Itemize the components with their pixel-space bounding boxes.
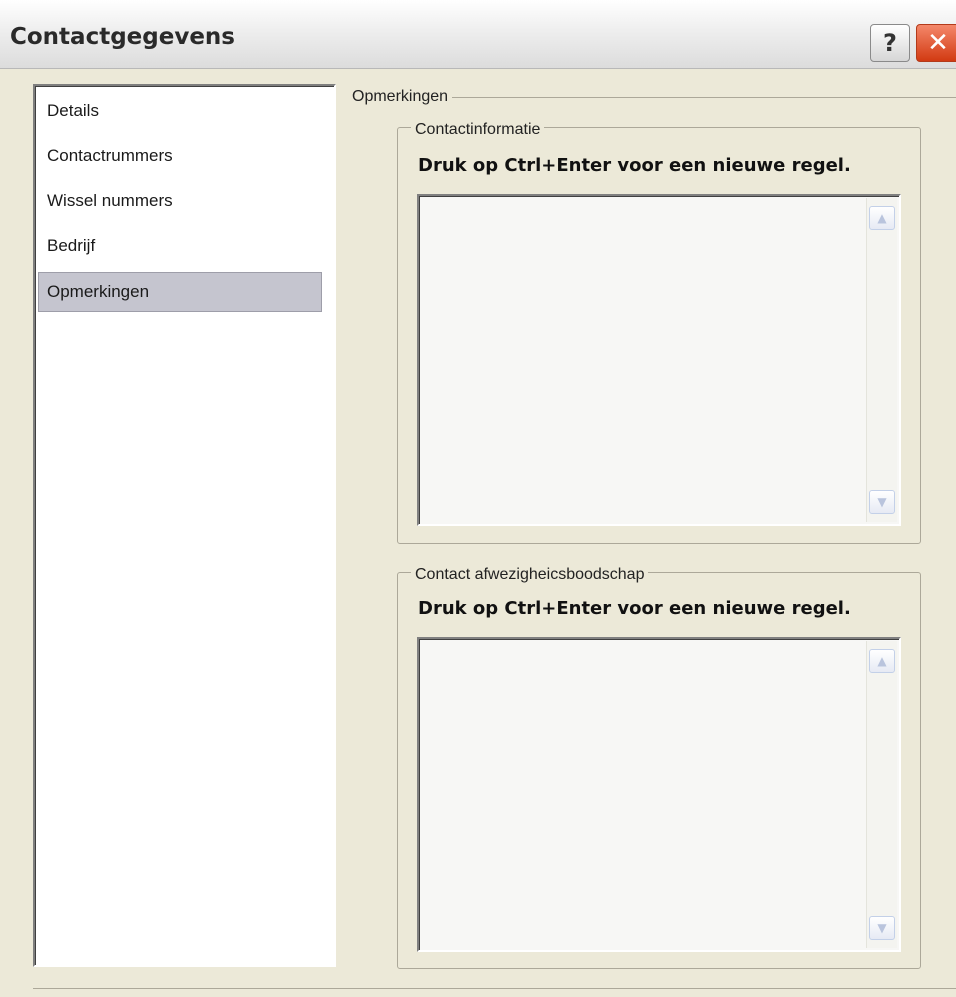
absence-message-scrollbar[interactable]: ▲ ▼ bbox=[866, 641, 897, 948]
absence-message-hint: Druk op Ctrl+Enter voor een nieuwe regel… bbox=[418, 598, 851, 619]
chevron-down-icon[interactable]: ▼ bbox=[869, 490, 895, 514]
chevron-down-icon[interactable]: ▼ bbox=[869, 916, 895, 940]
help-button[interactable]: ? bbox=[870, 24, 910, 62]
contact-info-legend: Contactinformatie bbox=[411, 120, 545, 140]
title-bar[interactable]: Contactgegevens ? ✕ bbox=[0, 0, 956, 69]
chevron-up-icon[interactable]: ▲ bbox=[869, 206, 895, 230]
category-list[interactable]: Details Contactrummers Wissel nummers Be… bbox=[33, 84, 336, 967]
sidebar-item-details[interactable]: Details bbox=[43, 96, 99, 126]
contact-info-textarea[interactable]: ▲ ▼ bbox=[417, 194, 901, 526]
close-icon: ✕ bbox=[927, 28, 949, 58]
dialog-title: Contactgegevens bbox=[10, 24, 235, 50]
contact-details-dialog: Contactgegevens ? ✕ Details Contactrumme… bbox=[0, 0, 956, 997]
contact-info-hint: Druk op Ctrl+Enter voor een nieuwe regel… bbox=[418, 155, 851, 176]
section-title: Opmerkingen bbox=[350, 87, 453, 107]
bottom-separator bbox=[33, 988, 956, 989]
sidebar-item-contactrummers[interactable]: Contactrummers bbox=[43, 141, 173, 171]
absence-message-legend: Contact afwezigheicsboodschap bbox=[411, 565, 649, 585]
sidebar-item-opmerkingen[interactable]: Opmerkingen bbox=[38, 272, 322, 312]
sidebar-item-bedrijf[interactable]: Bedrijf bbox=[43, 231, 95, 261]
sidebar-item-wissel-nummers[interactable]: Wissel nummers bbox=[43, 186, 173, 216]
chevron-up-icon[interactable]: ▲ bbox=[869, 649, 895, 673]
contact-info-scrollbar[interactable]: ▲ ▼ bbox=[866, 198, 897, 522]
absence-message-textarea[interactable]: ▲ ▼ bbox=[417, 637, 901, 952]
close-button[interactable]: ✕ bbox=[916, 24, 956, 62]
